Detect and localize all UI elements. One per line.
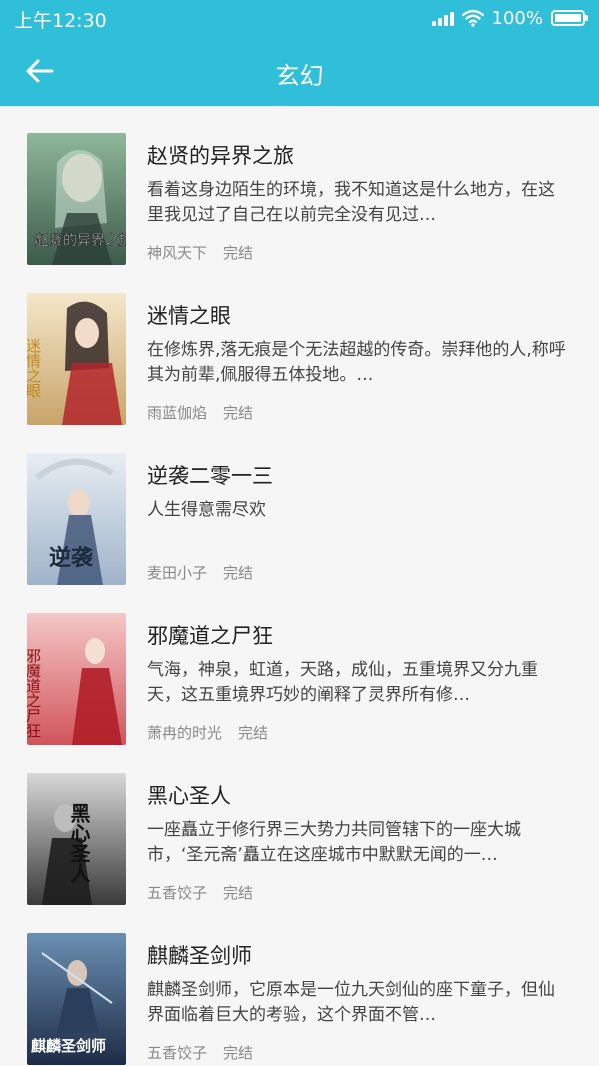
navbar: 玄幻 bbox=[0, 36, 599, 106]
book-title: 赵贤的异界之旅 bbox=[147, 144, 294, 168]
app-header: 上午12:30 100% 玄幻 bbox=[0, 0, 599, 106]
book-item-5[interactable]: 麒麟圣剑师 麒麟圣剑师 麒麟圣剑师，它原本是一位九天剑仙的座下童子，但仙界面临着… bbox=[0, 906, 599, 1066]
book-title: 黑心圣人 bbox=[147, 784, 231, 808]
book-title: 邪魔道之尸狂 bbox=[147, 624, 273, 648]
battery-percent: 100% bbox=[491, 7, 543, 29]
status-icons: 100% bbox=[431, 6, 588, 30]
book-description: 在修炼界,落无痕是个无法超越的传奇。崇拜他的人,称呼其为前辈,佩服得五体投地。… bbox=[147, 340, 566, 385]
cover-title: 赵贤的异界之旅 bbox=[35, 233, 126, 249]
book-meta: 神风天下 完结 bbox=[147, 242, 253, 263]
book-meta: 五香饺子 完结 bbox=[147, 882, 253, 903]
book-cover: 麒麟圣剑师 bbox=[27, 933, 126, 1065]
book-status: 完结 bbox=[238, 724, 269, 742]
book-status: 完结 bbox=[223, 404, 254, 422]
book-status: 完结 bbox=[223, 1044, 254, 1062]
wifi-icon bbox=[461, 9, 484, 27]
book-author: 五香饺子 bbox=[147, 884, 208, 902]
book-cover: 赵贤的异界之旅 bbox=[27, 133, 126, 265]
book-item-1[interactable]: 迷情之眼 迷情之眼 在修炼界,落无痕是个无法超越的传奇。崇拜他的人,称呼其为前辈… bbox=[0, 266, 599, 426]
cover-title: 邪魔道之尸狂 bbox=[27, 648, 42, 738]
book-meta: 萧冉的时光 完结 bbox=[147, 722, 268, 743]
cover-title: 逆袭 bbox=[49, 545, 94, 571]
book-cover: 黑心圣人 bbox=[27, 773, 126, 905]
book-author: 萧冉的时光 bbox=[147, 724, 223, 742]
status-bar: 上午12:30 100% bbox=[0, 0, 599, 36]
book-title: 逆袭二零一三 bbox=[147, 464, 273, 488]
book-title: 麒麟圣剑师 bbox=[147, 944, 252, 968]
book-title: 迷情之眼 bbox=[147, 304, 231, 328]
book-description: 一座矗立于修行界三大势力共同管辖下的一座大城市，‘圣元斋’矗立在这座城市中默默无… bbox=[147, 820, 521, 865]
status-time: 上午12:30 bbox=[14, 10, 107, 32]
book-author: 五香饺子 bbox=[147, 1044, 208, 1062]
book-status: 完结 bbox=[223, 244, 254, 262]
book-item-2[interactable]: 逆袭 逆袭二零一三 人生得意需尽欢 麦田小子 完结 bbox=[0, 426, 599, 586]
cover-title: 迷情之眼 bbox=[27, 338, 42, 398]
book-status: 完结 bbox=[223, 564, 254, 582]
signal-icon bbox=[431, 10, 454, 26]
book-item-0[interactable]: 赵贤的异界之旅 赵贤的异界之旅 看着这身边陌生的环境，我不知道这是什么地方，在这… bbox=[0, 106, 599, 266]
book-meta: 雨蓝伽焰 完结 bbox=[147, 402, 253, 423]
book-description: 看着这身边陌生的环境，我不知道这是什么地方，在这里我见过了自己在以前完全没有见过… bbox=[147, 180, 555, 225]
book-item-4[interactable]: 黑心圣人 黑心圣人 一座矗立于修行界三大势力共同管辖下的一座大城市，‘圣元斋’矗… bbox=[0, 746, 599, 906]
cover-title: 黑心圣人 bbox=[67, 803, 91, 883]
book-meta: 五香饺子 完结 bbox=[147, 1042, 253, 1063]
book-cover: 逆袭 bbox=[27, 453, 126, 585]
book-cover: 邪魔道之尸狂 bbox=[27, 613, 126, 745]
book-author: 麦田小子 bbox=[147, 564, 208, 582]
book-item-3[interactable]: 邪魔道之尸狂 邪魔道之尸狂 气海，神泉，虹道，天路，成仙，五重境界又分九重天，这… bbox=[0, 586, 599, 746]
book-meta: 麦田小子 完结 bbox=[147, 562, 253, 583]
book-author: 神风天下 bbox=[147, 244, 208, 262]
page-title: 玄幻 bbox=[275, 62, 324, 90]
book-description: 麒麟圣剑师，它原本是一位九天剑仙的座下童子，但仙界面临着巨大的考验，这个界面不管… bbox=[147, 980, 555, 1025]
book-cover: 迷情之眼 bbox=[27, 293, 126, 425]
cover-title: 麒麟圣剑师 bbox=[31, 1037, 106, 1055]
book-status: 完结 bbox=[223, 884, 254, 902]
book-list: 赵贤的异界之旅 赵贤的异界之旅 看着这身边陌生的环境，我不知道这是什么地方，在这… bbox=[0, 106, 599, 1066]
book-description: 人生得意需尽欢 bbox=[147, 500, 266, 520]
book-description: 气海，神泉，虹道，天路，成仙，五重境界又分九重天，这五重境界巧妙的阐释了灵界所有… bbox=[147, 660, 538, 705]
book-author: 雨蓝伽焰 bbox=[147, 404, 208, 422]
battery-icon bbox=[551, 10, 588, 26]
